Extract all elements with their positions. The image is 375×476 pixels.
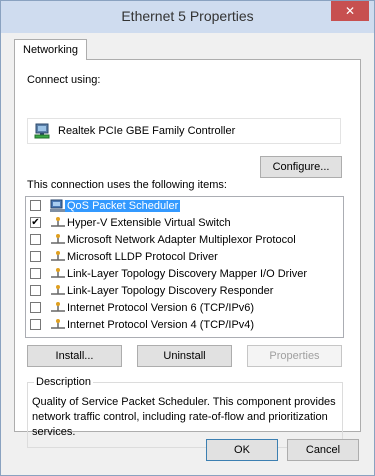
item-label: Link-Layer Topology Discovery Mapper I/O… (67, 268, 308, 280)
item-checkbox[interactable] (30, 302, 41, 313)
protocol-icon (51, 217, 65, 227)
list-item[interactable]: ✔ Hyper-V Extensible Virtual Switch (26, 215, 343, 232)
close-button[interactable]: ✕ (331, 1, 369, 21)
item-checkbox[interactable] (30, 234, 41, 245)
adapter-box: Realtek PCIe GBE Family Controller (27, 118, 341, 144)
item-label: QoS Packet Scheduler (65, 200, 181, 212)
properties-button[interactable]: Properties (247, 345, 342, 367)
description-text: Quality of Service Packet Scheduler. Thi… (32, 396, 336, 438)
item-checkbox[interactable] (30, 285, 41, 296)
item-checkbox[interactable]: ✔ (30, 217, 41, 228)
qos-scheduler-icon (50, 199, 65, 212)
adapter-name: Realtek PCIe GBE Family Controller (58, 125, 236, 137)
item-label: Link-Layer Topology Discovery Responder (67, 285, 274, 297)
ok-button[interactable]: OK (206, 439, 278, 461)
protocol-icon (51, 234, 65, 244)
protocol-icon (51, 319, 65, 329)
item-checkbox[interactable] (30, 319, 41, 330)
protocol-icon (51, 251, 65, 261)
close-icon: ✕ (344, 4, 356, 18)
list-item[interactable]: Link-Layer Topology Discovery Mapper I/O… (26, 266, 343, 283)
install-button[interactable]: Install... (27, 345, 122, 367)
properties-window: Ethernet 5 Properties ✕ Networking Conne… (0, 0, 375, 476)
configure-button[interactable]: Configure... (260, 156, 342, 178)
list-item[interactable]: Internet Protocol Version 6 (TCP/IPv6) (26, 300, 343, 317)
title-bar[interactable]: Ethernet 5 Properties ✕ (1, 1, 374, 33)
protocol-icon (51, 302, 65, 312)
item-checkbox[interactable] (30, 200, 41, 211)
list-item[interactable]: Link-Layer Topology Discovery Responder (26, 283, 343, 300)
cancel-button[interactable]: Cancel (287, 439, 359, 461)
window-title: Ethernet 5 Properties (121, 8, 254, 24)
uninstall-button[interactable]: Uninstall (137, 345, 232, 367)
network-adapter-icon (34, 123, 50, 139)
tab-networking[interactable]: Networking (14, 39, 88, 60)
list-item[interactable]: QoS Packet Scheduler (26, 198, 343, 215)
connect-using-label: Connect using: (27, 74, 101, 86)
dialog-client: Networking Connect using: Realtek PCIe G… (8, 33, 367, 469)
list-item[interactable]: Microsoft Network Adapter Multiplexor Pr… (26, 232, 343, 249)
list-item[interactable]: Microsoft LLDP Protocol Driver (26, 249, 343, 266)
item-label: Hyper-V Extensible Virtual Switch (67, 217, 231, 229)
item-label: Internet Protocol Version 4 (TCP/IPv4) (67, 319, 255, 331)
list-item[interactable]: Internet Protocol Version 4 (TCP/IPv4) (26, 317, 343, 334)
item-checkbox[interactable] (30, 251, 41, 262)
protocol-icon (51, 268, 65, 278)
item-label: Microsoft Network Adapter Multiplexor Pr… (67, 234, 296, 246)
networking-panel: Connect using: Realtek PCIe GBE Family C… (14, 59, 361, 448)
components-list[interactable]: QoS Packet Scheduler ✔ Hyper-V Extensibl… (25, 196, 344, 338)
item-label: Microsoft LLDP Protocol Driver (67, 251, 218, 263)
description-legend: Description (34, 376, 94, 388)
items-label: This connection uses the following items… (27, 179, 227, 191)
item-checkbox[interactable] (30, 268, 41, 279)
item-label: Internet Protocol Version 6 (TCP/IPv6) (67, 302, 255, 314)
protocol-icon (51, 285, 65, 295)
